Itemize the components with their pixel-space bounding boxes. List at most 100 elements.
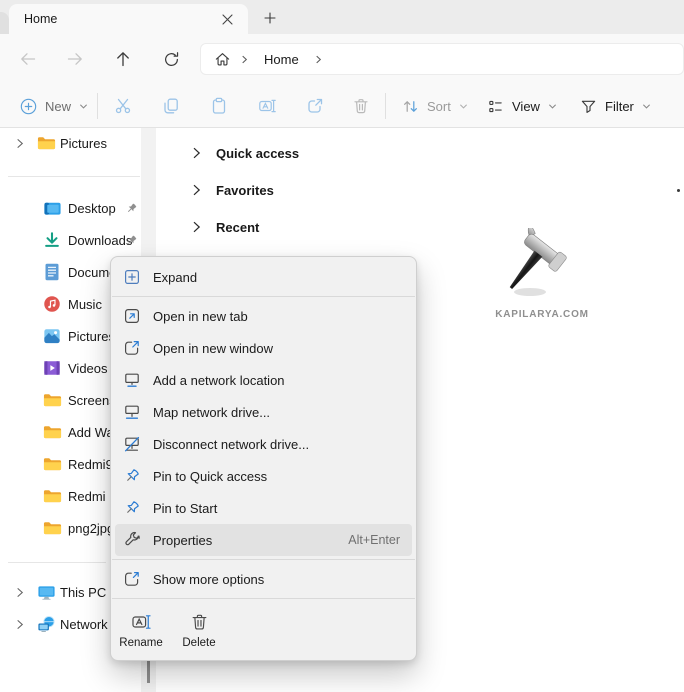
group-recent[interactable]: Recent xyxy=(190,211,259,243)
rename-icon xyxy=(131,612,152,632)
command-toolbar: New Sort View Filter xyxy=(0,84,684,128)
rename-label: Rename xyxy=(119,637,162,649)
copy-icon xyxy=(162,97,180,115)
context-menu-footer: Rename Delete xyxy=(111,602,416,658)
menu-item-label: Open in new tab xyxy=(153,309,416,324)
chevron-right-icon[interactable] xyxy=(190,221,202,233)
refresh-icon xyxy=(163,51,180,68)
menu-item-label: Pin to Start xyxy=(153,501,416,516)
menu-item-open-in-new-window[interactable]: Open in new window xyxy=(111,332,416,364)
title-bar: Home xyxy=(0,0,684,34)
copy-button[interactable] xyxy=(153,88,189,124)
chevron-right-icon[interactable] xyxy=(14,619,26,630)
view-label: View xyxy=(512,99,540,114)
folder-icon xyxy=(42,486,62,506)
menu-item-label: Expand xyxy=(153,270,416,285)
menu-item-show-more-options[interactable]: Show more options xyxy=(111,563,416,595)
back-button[interactable] xyxy=(10,41,46,77)
sidebar-item-label: Redmi9 xyxy=(68,457,113,472)
breadcrumb-chevron-icon xyxy=(314,55,323,64)
menu-item-disconnect-network-drive[interactable]: Disconnect network drive... xyxy=(111,428,416,460)
delete-button[interactable] xyxy=(343,88,379,124)
view-button[interactable]: View xyxy=(477,90,567,122)
menu-item-label: Map network drive... xyxy=(153,405,416,420)
filter-button[interactable]: Filter xyxy=(570,90,661,122)
group-favorites[interactable]: Favorites xyxy=(190,174,274,206)
menu-item-pin-to-quick-access[interactable]: Pin to Quick access xyxy=(111,460,416,492)
tab-close-button[interactable] xyxy=(217,9,237,29)
watermark: KAPILARYA.COM xyxy=(492,228,592,320)
menu-item-label: Properties xyxy=(153,533,336,548)
forward-icon xyxy=(66,50,84,68)
paste-button[interactable] xyxy=(201,88,237,124)
menu-item-add-network-location[interactable]: Add a network location xyxy=(111,364,416,396)
cut-icon xyxy=(114,97,132,115)
menu-item-properties[interactable]: Properties Alt+Enter xyxy=(115,524,412,556)
see-more-icon[interactable] xyxy=(677,189,680,192)
sidebar-item-label: Music xyxy=(68,297,102,312)
group-label: Quick access xyxy=(216,146,299,161)
new-label: New xyxy=(45,99,71,114)
cut-button[interactable] xyxy=(105,88,141,124)
chevron-down-icon xyxy=(459,102,468,111)
menu-item-open-in-new-tab[interactable]: Open in new tab xyxy=(111,300,416,332)
share-icon xyxy=(306,97,324,115)
context-menu: Expand Open in new tab Open in new windo… xyxy=(110,256,417,661)
breadcrumb-home[interactable]: Home xyxy=(258,50,305,69)
chevron-down-icon xyxy=(79,102,88,111)
show-more-options-icon xyxy=(123,570,141,588)
menu-item-label: Disconnect network drive... xyxy=(153,437,416,452)
add-network-location-icon xyxy=(123,371,141,389)
up-icon xyxy=(114,50,132,68)
tab-home[interactable]: Home xyxy=(9,4,248,34)
menu-separator xyxy=(112,296,415,297)
chevron-right-icon[interactable] xyxy=(14,138,26,149)
open-new-window-icon xyxy=(123,339,141,357)
menu-item-pin-to-start[interactable]: Pin to Start xyxy=(111,492,416,524)
rename-menu-button[interactable]: Rename xyxy=(119,609,163,649)
rename-button[interactable] xyxy=(249,88,285,124)
sort-label: Sort xyxy=(427,99,451,114)
paste-icon xyxy=(210,97,228,115)
network-icon xyxy=(36,614,56,634)
view-icon xyxy=(487,98,504,115)
navigation-bar: Home xyxy=(0,34,684,84)
new-button[interactable]: New xyxy=(10,90,98,122)
sidebar-item-label: Pictures xyxy=(60,136,107,151)
menu-item-map-network-drive[interactable]: Map network drive... xyxy=(111,396,416,428)
sort-button[interactable]: Sort xyxy=(392,90,478,122)
toolbar-separator xyxy=(97,93,98,119)
refresh-button[interactable] xyxy=(153,41,189,77)
delete-menu-button[interactable]: Delete xyxy=(177,609,221,649)
pin-icon xyxy=(123,467,141,485)
share-button[interactable] xyxy=(297,88,333,124)
sidebar-item-label: png2jpg xyxy=(68,521,114,536)
chevron-right-icon[interactable] xyxy=(190,147,202,159)
expand-icon xyxy=(123,268,141,286)
forward-button[interactable] xyxy=(57,41,93,77)
wrench-icon xyxy=(123,531,141,549)
up-button[interactable] xyxy=(105,41,141,77)
menu-item-shortcut: Alt+Enter xyxy=(348,533,412,547)
sidebar-item-label: Downloads xyxy=(68,233,132,248)
this-pc-icon xyxy=(36,582,56,602)
sidebar-item-label: Network xyxy=(60,617,108,632)
tab-title: Home xyxy=(24,12,57,26)
toolbar-separator xyxy=(385,93,386,119)
group-label: Recent xyxy=(216,220,259,235)
chevron-right-icon[interactable] xyxy=(190,184,202,196)
sidebar-item-label: Videos xyxy=(68,361,108,376)
folder-icon xyxy=(42,518,62,538)
new-plus-circle-icon xyxy=(20,98,37,115)
menu-separator xyxy=(112,559,415,560)
address-bar[interactable]: Home xyxy=(200,43,684,75)
pin-icon xyxy=(125,234,140,247)
new-tab-button[interactable] xyxy=(258,6,282,30)
pin-icon xyxy=(123,499,141,517)
tab-strip-edge xyxy=(0,12,9,34)
videos-icon xyxy=(42,358,62,378)
trash-icon xyxy=(352,97,370,115)
chevron-right-icon[interactable] xyxy=(14,587,26,598)
menu-item-expand[interactable]: Expand xyxy=(111,261,416,293)
group-quick-access[interactable]: Quick access xyxy=(190,137,299,169)
